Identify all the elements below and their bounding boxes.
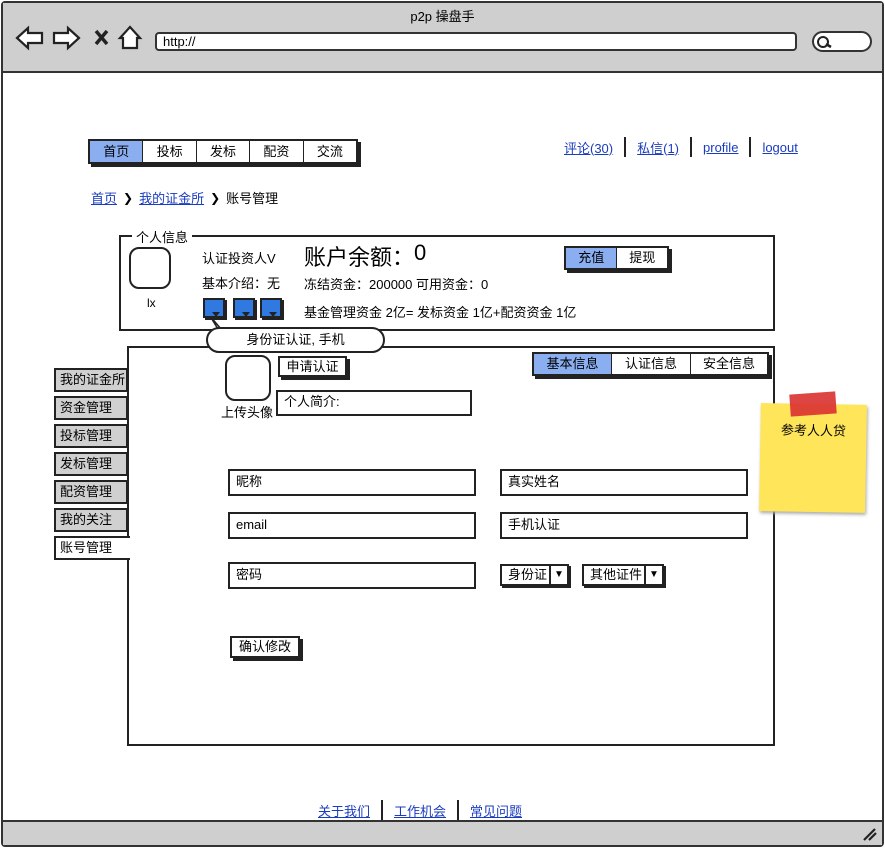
password-field[interactable]: 密码: [228, 562, 476, 589]
withdraw-button[interactable]: 提现: [617, 248, 667, 268]
url-bar[interactable]: http://: [155, 32, 797, 51]
tab-basic-info[interactable]: 基本信息: [534, 354, 612, 374]
bio-input[interactable]: 个人简介:: [276, 390, 472, 416]
sidebar-item-publish[interactable]: 发标管理: [54, 452, 128, 476]
sidebar-item-funds[interactable]: 资金管理: [54, 396, 128, 420]
email-field[interactable]: email: [228, 512, 476, 539]
messages-link[interactable]: 私信(1): [637, 138, 679, 157]
status-bar: [3, 820, 882, 845]
frozen-funds: 冻结资金：200000 可用资金：0: [304, 277, 489, 292]
phone-field[interactable]: 手机认证: [500, 512, 748, 539]
home-icon[interactable]: [117, 25, 143, 50]
chevron-right-icon: ❯: [210, 190, 221, 205]
caret-down-icon: ▼: [549, 566, 567, 584]
search-icon: [817, 36, 832, 49]
verified-label: 认证投资人V: [202, 251, 276, 266]
username: lx: [147, 296, 156, 310]
tab-security-info[interactable]: 安全信息: [691, 354, 767, 374]
id-type-value: 身份证: [508, 567, 548, 582]
breadcrumb-home[interactable]: 首页: [91, 188, 117, 207]
apply-cert-button[interactable]: 申请认证: [278, 356, 347, 377]
id-type-select[interactable]: 身份证 ▼: [500, 564, 569, 586]
nickname-field[interactable]: 昵称: [228, 469, 476, 496]
phone-verify-icon[interactable]: [233, 298, 255, 318]
footer-links: 关于我们 工作机会 常见问题: [318, 800, 522, 820]
back-icon[interactable]: [15, 25, 44, 51]
sidebar-item-follows[interactable]: 我的关注: [54, 508, 128, 532]
sidebar-item-bids[interactable]: 投标管理: [54, 424, 128, 448]
comments-link[interactable]: 评论(30): [564, 138, 613, 157]
id-verify-icon[interactable]: [203, 298, 225, 318]
nav-tab-home[interactable]: 首页: [90, 141, 144, 162]
recharge-button[interactable]: 充值: [566, 248, 618, 268]
browser-nav-icons: [15, 25, 143, 51]
sidebar-item-my-account[interactable]: 我的证金所: [54, 368, 128, 392]
nav-tab-bid[interactable]: 投标: [143, 141, 197, 162]
resize-grip-icon[interactable]: [862, 827, 878, 841]
separator: [749, 137, 752, 157]
nav-tab-publish[interactable]: 发标: [197, 141, 251, 162]
forward-icon[interactable]: [52, 25, 81, 51]
balance-label: 账户余额：: [304, 245, 415, 270]
caret-down-icon: ▼: [644, 566, 662, 584]
logout-link[interactable]: logout: [762, 140, 797, 155]
sticky-note: 参考人人贷: [759, 403, 867, 513]
sidebar-item-funding[interactable]: 配资管理: [54, 480, 128, 504]
separator: [624, 137, 627, 157]
profile-legend: 个人信息: [132, 227, 193, 246]
sticky-tape: [789, 391, 837, 417]
other-id-value: 其他证件: [590, 567, 643, 582]
nav-tab-exchange[interactable]: 交流: [304, 141, 356, 162]
breadcrumb-parent[interactable]: 我的证金所: [139, 188, 204, 207]
upload-avatar-image[interactable]: [225, 355, 271, 401]
balance-value: 0: [414, 240, 427, 265]
window-title: p2p 操盘手: [410, 9, 475, 24]
content-tabs: 基本信息 认证信息 安全信息: [532, 352, 769, 376]
balance: 账户余额： 0: [304, 240, 426, 272]
separator: [457, 800, 460, 820]
breadcrumb-current: 账号管理: [226, 191, 279, 206]
footer-jobs[interactable]: 工作机会: [394, 801, 446, 820]
browser-search-input[interactable]: [812, 31, 872, 52]
verify-tooltip: 身份证认证, 手机: [206, 327, 385, 353]
user-links: 评论(30) 私信(1) profile logout: [564, 137, 798, 157]
separator: [381, 800, 384, 820]
nav-tab-funding[interactable]: 配资: [250, 141, 304, 162]
avatar: [129, 247, 171, 289]
close-icon[interactable]: [94, 29, 109, 46]
main-nav: 首页 投标 发标 配资 交流: [88, 139, 358, 164]
other-id-select[interactable]: 其他证件 ▼: [582, 564, 664, 586]
funds-actions: 充值 提现: [564, 246, 669, 270]
chevron-right-icon: ❯: [123, 190, 134, 205]
confirm-button[interactable]: 确认修改: [230, 636, 300, 658]
footer-faq[interactable]: 常见问题: [470, 801, 522, 820]
upload-avatar-label[interactable]: 上传头像: [221, 402, 273, 421]
tab-cert-info[interactable]: 认证信息: [612, 354, 691, 374]
sticky-note-text: 参考人人贷: [780, 422, 847, 439]
footer-about[interactable]: 关于我们: [318, 801, 370, 820]
fund-summary: 基金管理资金 2亿= 发标资金 1亿+配资资金 1亿: [304, 305, 577, 320]
sidebar-item-account[interactable]: 账号管理: [54, 536, 130, 560]
email-verify-icon[interactable]: [260, 298, 282, 318]
breadcrumb: 首页 ❯ 我的证金所 ❯ 账号管理: [91, 188, 278, 207]
realname-field[interactable]: 真实姓名: [500, 469, 748, 496]
intro-label: 基本介绍：无: [202, 276, 281, 291]
separator: [690, 137, 693, 157]
profile-link[interactable]: profile: [703, 140, 738, 155]
